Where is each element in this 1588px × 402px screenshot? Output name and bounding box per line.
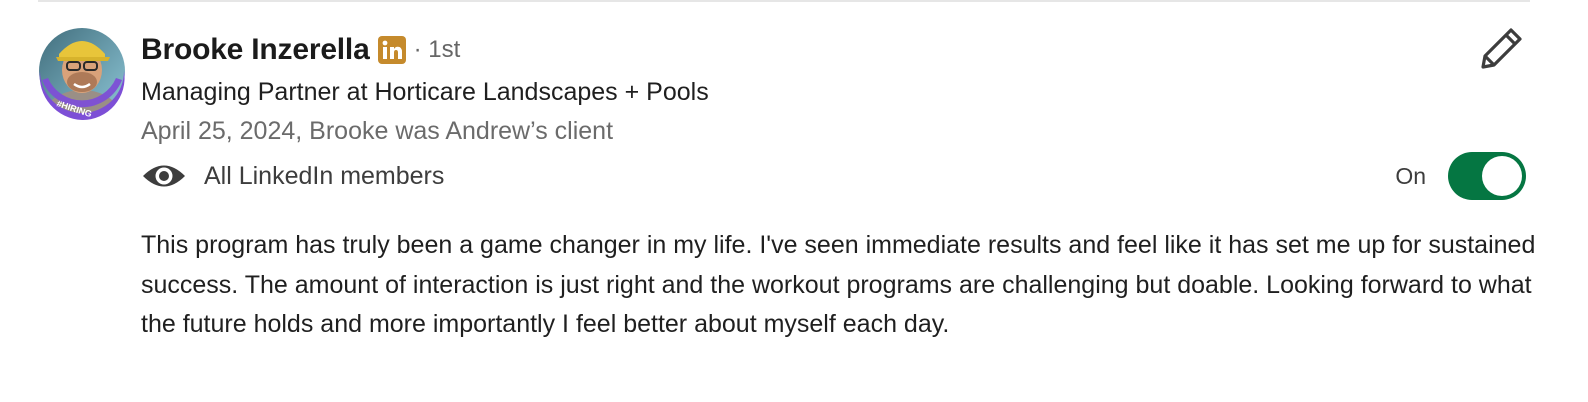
recommender-name[interactable]: Brooke Inzerella	[141, 33, 370, 67]
edit-button[interactable]	[1478, 26, 1526, 74]
recommendation-text: This program has truly been a game chang…	[141, 231, 1536, 338]
recommender-headline: Managing Partner at Horticare Landscapes…	[141, 78, 709, 106]
top-divider	[38, 0, 1530, 2]
relationship-info: April 25, 2024, Brooke was Andrew’s clie…	[141, 117, 614, 145]
visibility-toggle[interactable]	[1448, 152, 1526, 200]
toggle-state-label: On	[1395, 162, 1426, 189]
visibility-label: All LinkedIn members	[204, 161, 445, 190]
linkedin-icon	[377, 36, 406, 64]
recommendation-card: #HIRING Brooke Inzerella · 1st Managing …	[38, 24, 1538, 394]
visibility-row: All LinkedIn members	[141, 158, 444, 194]
eye-icon	[141, 161, 187, 191]
toggle-knob	[1482, 156, 1522, 196]
connection-degree: · 1st	[413, 36, 461, 63]
visibility-toggle-group: On	[1395, 152, 1526, 200]
avatar[interactable]: #HIRING	[38, 24, 126, 120]
pencil-icon	[1480, 26, 1524, 75]
name-row: Brooke Inzerella · 1st	[141, 29, 460, 71]
